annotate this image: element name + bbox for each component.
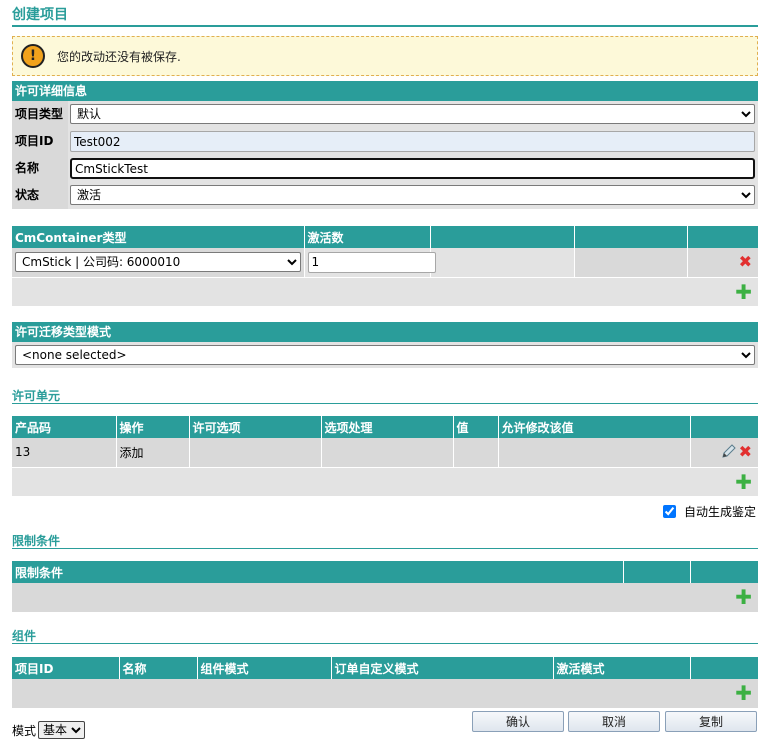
confirm-button[interactable]: 确认 xyxy=(472,711,564,732)
col-header xyxy=(687,226,758,248)
col-header: 许可选项 xyxy=(189,416,322,438)
auto-generate-checkbox[interactable] xyxy=(663,505,676,518)
action-cell: 添加 xyxy=(116,438,190,468)
copy-button[interactable]: 复制 xyxy=(665,711,757,732)
col-header: 操作 xyxy=(116,416,190,438)
container-type-select[interactable]: CmStick | 公司码: 6000010 xyxy=(15,252,301,273)
field-project-type: 项目类型 默认 xyxy=(12,101,758,128)
container-table: CmContainer类型 激活数 CmStick | 公司码: 6000010… xyxy=(12,226,758,307)
field-status: 状态 激活 xyxy=(12,182,758,209)
col-header: 订单自定义模式 xyxy=(331,657,554,679)
value-cell xyxy=(453,438,499,468)
field-name: 名称 xyxy=(12,155,758,182)
edit-icon[interactable] xyxy=(721,443,737,462)
activation-count-input[interactable] xyxy=(307,251,436,273)
field-label: 状态 xyxy=(12,182,68,209)
col-header: 限制条件 xyxy=(12,561,624,583)
add-icon[interactable]: ✚ xyxy=(735,683,752,703)
title-rule xyxy=(12,25,758,27)
col-header: 项目ID xyxy=(12,657,120,679)
restrictions-title: 限制条件 xyxy=(12,534,61,548)
col-header xyxy=(690,657,758,679)
col-header: 名称 xyxy=(119,657,198,679)
transfer-mode-select[interactable]: <none selected> xyxy=(15,345,755,365)
section-rule xyxy=(12,403,758,404)
status-select[interactable]: 激活 xyxy=(70,185,755,205)
field-label: 项目ID xyxy=(12,128,68,155)
table-row: CmStick | 公司码: 6000010 ✖ xyxy=(12,248,758,278)
field-project-id: 项目ID xyxy=(12,128,758,155)
add-icon[interactable]: ✚ xyxy=(735,282,752,302)
components-title: 组件 xyxy=(12,629,37,643)
col-header: 激活数 xyxy=(304,226,431,248)
auto-generate-option: 自动生成鉴定 xyxy=(663,503,756,520)
transfer-mode-row: <none selected> xyxy=(12,342,758,368)
cancel-button[interactable]: 取消 xyxy=(568,711,660,732)
col-header: 组件模式 xyxy=(197,657,332,679)
license-units-table: 产品码 操作 许可选项 选项处理 值 允许修改该值 13 添加 ✖ ✚ xyxy=(12,416,758,497)
col-header: 激活模式 xyxy=(553,657,691,679)
project-type-select[interactable]: 默认 xyxy=(70,104,755,124)
col-header: 选项处理 xyxy=(321,416,454,438)
add-icon[interactable]: ✚ xyxy=(735,472,752,492)
section-rule xyxy=(12,548,758,549)
col-header: 值 xyxy=(453,416,499,438)
field-label: 名称 xyxy=(12,155,68,182)
restrictions-table: 限制条件 ✚ xyxy=(12,561,758,613)
col-header xyxy=(690,561,758,583)
unsaved-warning: ! 您的改动还没有被保存. xyxy=(12,36,758,76)
col-header: 允许修改该值 xyxy=(498,416,691,438)
section-rule xyxy=(12,643,758,644)
auto-generate-label: 自动生成鉴定 xyxy=(684,505,757,519)
delete-icon[interactable]: ✖ xyxy=(739,254,752,270)
license-units-title: 许可单元 xyxy=(12,389,61,403)
table-row: 13 添加 ✖ xyxy=(12,438,758,468)
components-table: 项目ID 名称 组件模式 订单自定义模式 激活模式 ✚ xyxy=(12,657,758,709)
product-code-cell: 13 xyxy=(12,438,117,468)
col-header xyxy=(574,226,688,248)
col-header xyxy=(690,416,758,438)
project-id-input[interactable] xyxy=(70,131,755,152)
col-header: CmContainer类型 xyxy=(12,226,305,248)
handling-cell xyxy=(321,438,454,468)
allow-modify-cell xyxy=(498,438,691,468)
mode-select[interactable]: 基本 xyxy=(38,721,86,739)
option-cell xyxy=(189,438,322,468)
col-header xyxy=(623,561,691,583)
page-title: 创建项目 xyxy=(12,7,68,23)
transfer-mode-header: 许可迁移类型模式 xyxy=(12,322,758,342)
col-header: 产品码 xyxy=(12,416,117,438)
license-details-header: 许可详细信息 xyxy=(12,81,758,101)
mode-control: 模式 基本 xyxy=(12,721,86,739)
warning-icon: ! xyxy=(21,44,45,68)
warning-text: 您的改动还没有被保存. xyxy=(57,49,181,64)
add-icon[interactable]: ✚ xyxy=(735,587,752,607)
delete-icon[interactable]: ✖ xyxy=(739,444,752,460)
col-header xyxy=(430,226,575,248)
name-input[interactable] xyxy=(70,158,755,179)
mode-label: 模式 xyxy=(12,723,37,738)
field-label: 项目类型 xyxy=(12,101,68,128)
